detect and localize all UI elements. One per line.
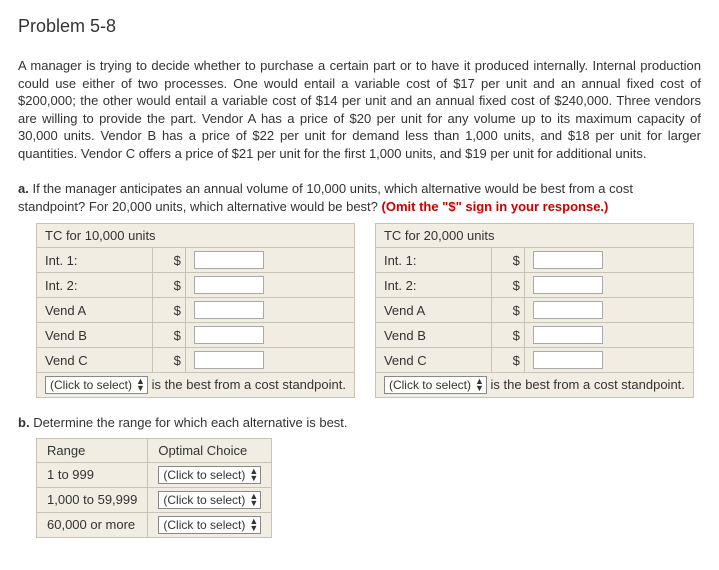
row-label: Vend B bbox=[37, 323, 153, 348]
vendb-10000-input[interactable] bbox=[194, 326, 264, 344]
dollar-sign: $ bbox=[152, 273, 185, 298]
vendb-20000-input[interactable] bbox=[533, 326, 603, 344]
select-placeholder: (Click to select) bbox=[163, 519, 245, 531]
tc-10000-table: TC for 10,000 units Int. 1: $ Int. 2: $ … bbox=[36, 223, 355, 398]
tc-10000-header: TC for 10,000 units bbox=[37, 224, 355, 248]
row-label: Int. 2: bbox=[37, 273, 153, 298]
select-placeholder: (Click to select) bbox=[163, 469, 245, 481]
range-header: Range bbox=[37, 438, 148, 462]
tc-20000-header: TC for 20,000 units bbox=[375, 224, 693, 248]
range-label: 1 to 999 bbox=[37, 462, 148, 487]
range1-select[interactable]: (Click to select) ▲▼ bbox=[158, 466, 261, 484]
int2-10000-input[interactable] bbox=[194, 276, 264, 294]
vendc-20000-input[interactable] bbox=[533, 351, 603, 369]
row-label: Vend B bbox=[375, 323, 491, 348]
problem-intro: A manager is trying to decide whether to… bbox=[18, 57, 701, 162]
stepper-arrows-icon: ▲▼ bbox=[475, 378, 484, 392]
range3-select[interactable]: (Click to select) ▲▼ bbox=[158, 516, 261, 534]
select-placeholder: (Click to select) bbox=[389, 379, 471, 391]
part-a-omit: (Omit the "$" sign in your response.) bbox=[382, 199, 609, 214]
vendc-10000-input[interactable] bbox=[194, 351, 264, 369]
select-placeholder: (Click to select) bbox=[50, 379, 132, 391]
best-10000-select[interactable]: (Click to select) ▲▼ bbox=[45, 376, 148, 394]
dollar-sign: $ bbox=[491, 248, 524, 273]
dollar-sign: $ bbox=[152, 248, 185, 273]
part-a: a. If the manager anticipates an annual … bbox=[18, 180, 701, 398]
int1-20000-input[interactable] bbox=[533, 251, 603, 269]
dollar-sign: $ bbox=[152, 348, 185, 373]
row-label: Int. 1: bbox=[37, 248, 153, 273]
row-label: Vend A bbox=[375, 298, 491, 323]
row-label: Vend A bbox=[37, 298, 153, 323]
range-label: 1,000 to 59,999 bbox=[37, 487, 148, 512]
part-b-text: Determine the range for which each alter… bbox=[33, 415, 347, 430]
tc-20000-table: TC for 20,000 units Int. 1: $ Int. 2: $ … bbox=[375, 223, 694, 398]
range2-select[interactable]: (Click to select) ▲▼ bbox=[158, 491, 261, 509]
best-text: is the best from a cost standpoint. bbox=[152, 377, 346, 392]
best-20000-select[interactable]: (Click to select) ▲▼ bbox=[384, 376, 487, 394]
stepper-arrows-icon: ▲▼ bbox=[136, 378, 145, 392]
row-label: Int. 1: bbox=[375, 248, 491, 273]
stepper-arrows-icon: ▲▼ bbox=[249, 493, 258, 507]
dollar-sign: $ bbox=[152, 323, 185, 348]
stepper-arrows-icon: ▲▼ bbox=[249, 518, 258, 532]
part-b-prompt: b. Determine the range for which each al… bbox=[18, 414, 701, 432]
part-a-label: a. bbox=[18, 181, 29, 196]
part-a-prompt: a. If the manager anticipates an annual … bbox=[18, 180, 701, 215]
range-table: Range Optimal Choice 1 to 999 (Click to … bbox=[36, 438, 272, 538]
int2-20000-input[interactable] bbox=[533, 276, 603, 294]
select-placeholder: (Click to select) bbox=[163, 494, 245, 506]
int1-10000-input[interactable] bbox=[194, 251, 264, 269]
part-b-label: b. bbox=[18, 415, 30, 430]
venda-10000-input[interactable] bbox=[194, 301, 264, 319]
optimal-header: Optimal Choice bbox=[148, 438, 272, 462]
part-b: b. Determine the range for which each al… bbox=[18, 414, 701, 538]
row-label: Vend C bbox=[375, 348, 491, 373]
row-label: Vend C bbox=[37, 348, 153, 373]
stepper-arrows-icon: ▲▼ bbox=[249, 468, 258, 482]
dollar-sign: $ bbox=[491, 348, 524, 373]
row-label: Int. 2: bbox=[375, 273, 491, 298]
venda-20000-input[interactable] bbox=[533, 301, 603, 319]
dollar-sign: $ bbox=[491, 298, 524, 323]
page-title: Problem 5-8 bbox=[18, 16, 701, 37]
dollar-sign: $ bbox=[152, 298, 185, 323]
range-label: 60,000 or more bbox=[37, 512, 148, 537]
best-text: is the best from a cost standpoint. bbox=[491, 377, 685, 392]
dollar-sign: $ bbox=[491, 273, 524, 298]
dollar-sign: $ bbox=[491, 323, 524, 348]
